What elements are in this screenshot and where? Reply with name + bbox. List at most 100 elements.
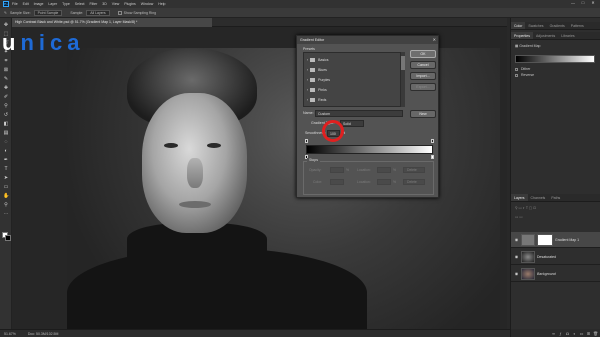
history-brush-tool-icon[interactable]: ↺ xyxy=(3,112,9,118)
sample-size-select[interactable]: Point Sample xyxy=(33,9,63,16)
color-location-input[interactable] xyxy=(377,179,391,185)
menu-file[interactable]: File xyxy=(12,2,18,6)
presets-scrollbar[interactable] xyxy=(401,52,405,107)
opacity-input[interactable] xyxy=(330,167,344,173)
frame-tool-icon[interactable]: ⊠ xyxy=(3,67,9,73)
visibility-eye-icon[interactable]: ◉ xyxy=(514,237,519,242)
reverse-checkbox[interactable] xyxy=(515,73,518,77)
preset-folder[interactable]: › Reds xyxy=(307,96,326,104)
trash-icon[interactable]: 🗑 xyxy=(592,331,599,336)
tab-gradients[interactable]: Gradients xyxy=(547,22,568,29)
preset-folder[interactable]: › Purples xyxy=(307,76,330,84)
healing-brush-tool-icon[interactable]: ✚ xyxy=(3,85,9,91)
gradient-tool-icon[interactable]: ▤ xyxy=(3,130,9,136)
folder-icon[interactable]: ▭ xyxy=(578,331,585,336)
path-selection-tool-icon[interactable]: ➤ xyxy=(3,175,9,181)
preset-folder[interactable]: › Basics xyxy=(307,56,328,64)
mask-icon[interactable]: ◘ xyxy=(564,331,571,336)
menu-image[interactable]: Image xyxy=(34,2,44,6)
gradient-preview-bar[interactable] xyxy=(306,145,433,154)
chevron-right-icon[interactable]: › xyxy=(307,98,308,102)
close-window-button[interactable]: ✕ xyxy=(588,0,598,5)
rectangle-tool-icon[interactable]: ▭ xyxy=(3,184,9,190)
menu-edit[interactable]: Edit xyxy=(23,2,29,6)
chevron-right-icon[interactable]: › xyxy=(307,68,308,72)
tab-adjustments[interactable]: Adjustments xyxy=(533,32,558,39)
document-tab[interactable]: High Contrast Black and White.psd @ 51.7… xyxy=(12,18,212,27)
tab-color[interactable]: Color xyxy=(511,22,526,29)
menu-help[interactable]: Help xyxy=(158,2,165,6)
layer-row[interactable]: ◉ Background xyxy=(511,266,600,282)
layer-mask-thumb[interactable] xyxy=(537,233,553,246)
sample-select[interactable]: All Layers xyxy=(86,9,110,16)
photoshop-app-icon[interactable]: Ps xyxy=(3,1,9,7)
menu-select[interactable]: Select xyxy=(75,2,85,6)
fx-icon[interactable]: ƒ xyxy=(557,331,564,336)
layer-name[interactable]: Gradient Map 1 xyxy=(555,238,579,242)
dialog-close-icon[interactable]: ✕ xyxy=(433,36,436,44)
menu-view[interactable]: View xyxy=(112,2,120,6)
layer-row[interactable]: ◉ Gradient Map 1 xyxy=(511,232,600,248)
tab-layers[interactable]: Layers xyxy=(511,194,528,201)
eyedropper-icon[interactable]: ✎ xyxy=(4,11,7,15)
import-button[interactable]: Import... xyxy=(410,72,436,80)
link-icon[interactable]: ∞ xyxy=(550,331,557,336)
chevron-right-icon[interactable]: › xyxy=(307,88,308,92)
more-tools-icon[interactable]: ⋯ xyxy=(3,211,9,217)
show-sampling-ring-checkbox[interactable] xyxy=(117,10,122,15)
menu-3d[interactable]: 3D xyxy=(102,2,106,6)
layer-blend-row[interactable]: ▭ ▭ xyxy=(511,213,600,221)
crop-tool-icon[interactable]: ⌗ xyxy=(3,58,9,64)
pen-tool-icon[interactable]: ✒ xyxy=(3,157,9,163)
presets-list[interactable]: › Basics › Blues › Purples › Pinks › Reds xyxy=(303,52,401,107)
ok-button[interactable]: OK xyxy=(410,50,436,58)
layer-name[interactable]: Desaturated xyxy=(537,255,556,259)
gradient-type-select[interactable]: Solid xyxy=(340,120,364,127)
menu-filter[interactable]: Filter xyxy=(90,2,98,6)
layer-row[interactable]: ◉ Desaturated xyxy=(511,249,600,265)
stop-color-swatch[interactable] xyxy=(330,179,344,185)
doc-info[interactable]: Doc: 50.3M/102.5M xyxy=(28,332,59,336)
new-gradient-button[interactable]: New xyxy=(410,110,436,118)
eyedropper-tool-icon[interactable]: ✎ xyxy=(3,76,9,82)
eraser-tool-icon[interactable]: ◧ xyxy=(3,121,9,127)
tab-channels[interactable]: Channels xyxy=(528,194,549,201)
layer-filter-row[interactable]: ⚲ ▭ ◐ T ▢ ⊡ xyxy=(511,204,600,212)
presets-label[interactable]: Presets xyxy=(303,47,315,51)
chevron-right-icon[interactable]: › xyxy=(307,78,308,82)
layer-name[interactable]: Background xyxy=(537,272,556,276)
export-button[interactable]: Export... xyxy=(410,83,436,91)
visibility-eye-icon[interactable]: ◉ xyxy=(514,254,519,259)
new-layer-icon[interactable]: ⊞ xyxy=(585,331,592,336)
color-stop-right[interactable] xyxy=(431,155,434,159)
maximize-button[interactable]: □ xyxy=(578,0,588,5)
background-color-swatch[interactable] xyxy=(5,235,11,241)
tab-swatches[interactable]: Swatches xyxy=(525,22,546,29)
opacity-stop-left[interactable] xyxy=(305,139,308,143)
visibility-eye-icon[interactable]: ◉ xyxy=(514,271,519,276)
opacity-stop-right[interactable] xyxy=(431,139,434,143)
cancel-button[interactable]: Cancel xyxy=(410,61,436,69)
minimize-button[interactable]: — xyxy=(568,0,578,5)
zoom-level[interactable]: 51.67% xyxy=(4,332,16,336)
tab-paths[interactable]: Paths xyxy=(548,194,563,201)
dodge-tool-icon[interactable]: ◐ xyxy=(3,148,9,154)
adjustment-icon[interactable]: ◐ xyxy=(571,331,578,336)
menu-window[interactable]: Window xyxy=(141,2,153,6)
menu-type[interactable]: Type xyxy=(62,2,70,6)
gradient-name-input[interactable]: Custom xyxy=(315,110,403,117)
hand-tool-icon[interactable]: ✋ xyxy=(3,193,9,199)
type-tool-icon[interactable]: T xyxy=(3,166,9,172)
menu-plugins[interactable]: Plugins xyxy=(124,2,135,6)
blur-tool-icon[interactable]: ◌ xyxy=(3,139,9,145)
gradient-map-swatch[interactable] xyxy=(515,55,595,63)
tab-libraries[interactable]: Libraries xyxy=(558,32,577,39)
chevron-right-icon[interactable]: › xyxy=(307,58,308,62)
tab-patterns[interactable]: Patterns xyxy=(568,22,587,29)
tab-properties[interactable]: Properties xyxy=(511,32,533,39)
scrollbar-thumb[interactable] xyxy=(401,56,405,70)
zoom-tool-icon[interactable]: ⚲ xyxy=(3,202,9,208)
preset-folder[interactable]: › Blues xyxy=(307,66,327,74)
clone-stamp-tool-icon[interactable]: ⚲ xyxy=(3,103,9,109)
preset-folder[interactable]: › Pinks xyxy=(307,86,327,94)
